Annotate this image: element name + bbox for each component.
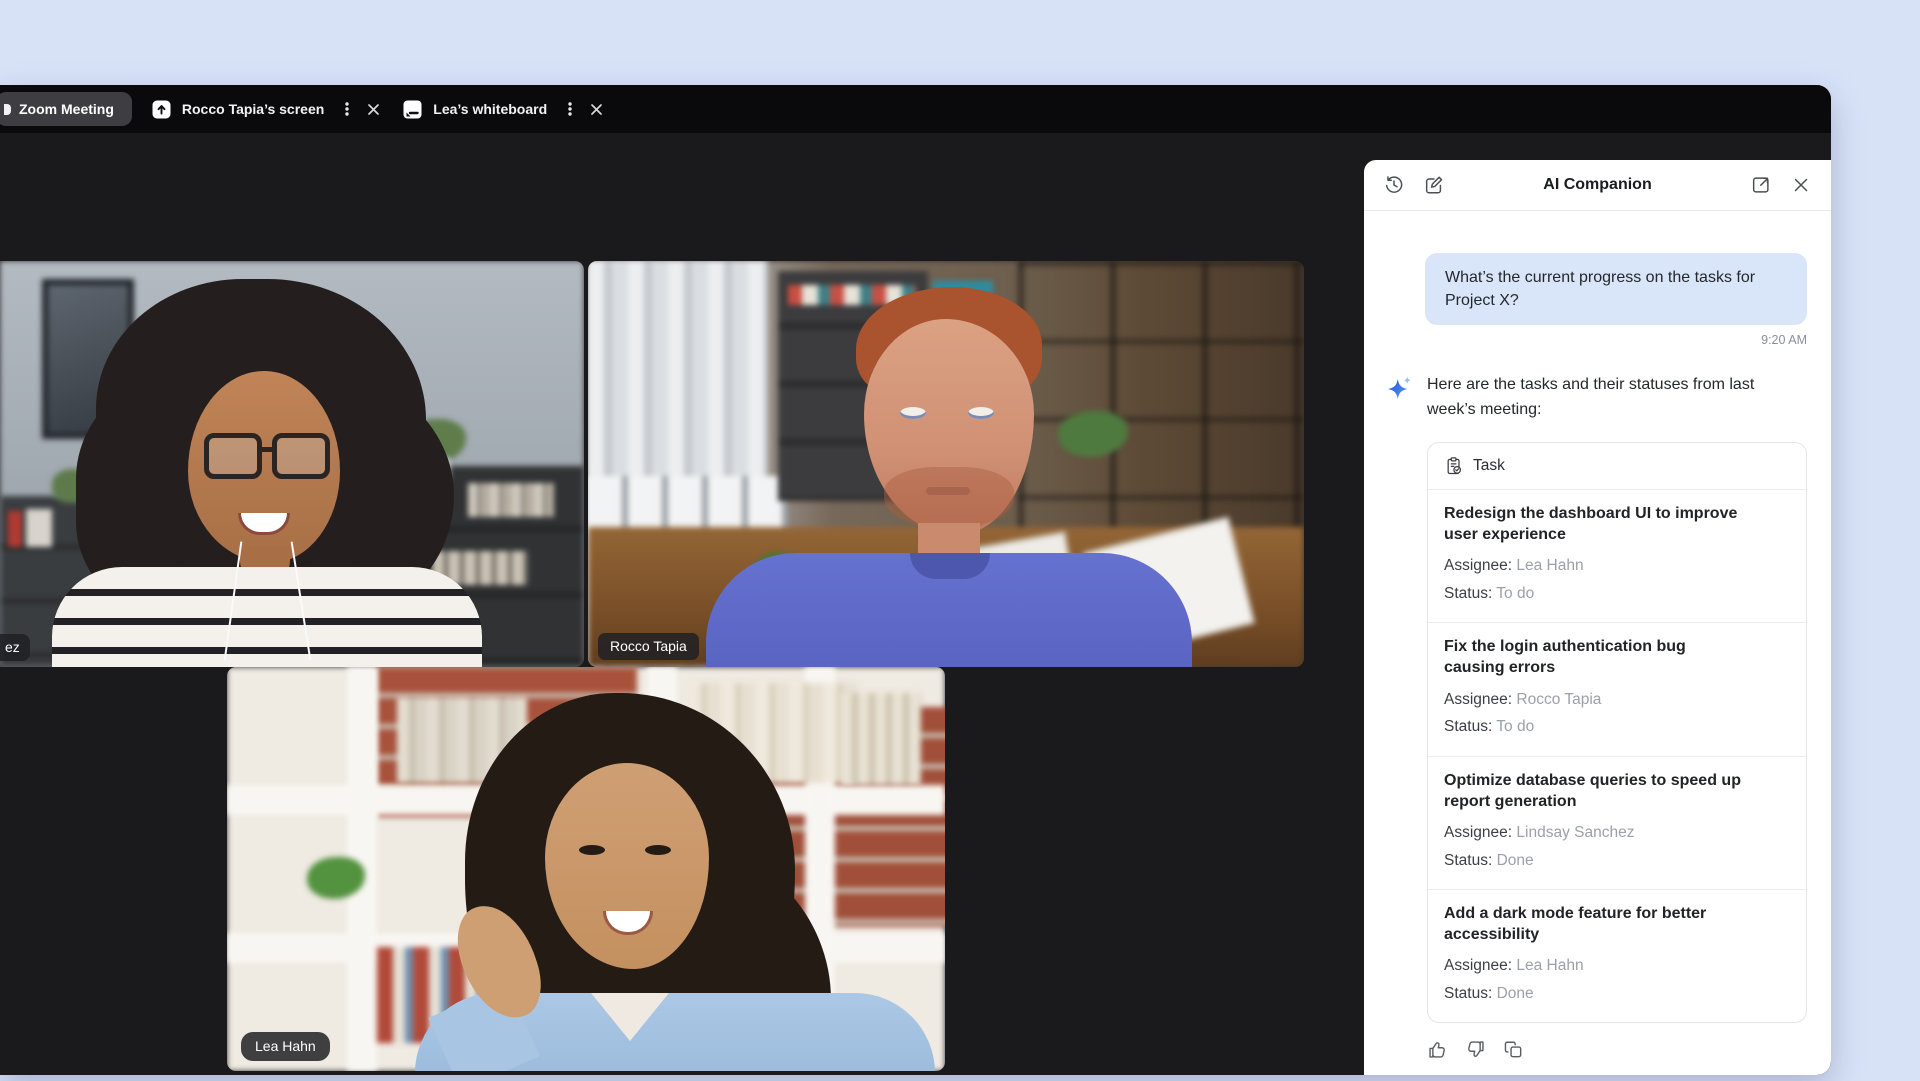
thumbs-down-icon[interactable] <box>1465 1039 1486 1060</box>
plant-pot <box>420 457 450 481</box>
assignee-value: Lindsay Sanchez <box>1516 824 1634 841</box>
task-title: Fix the login authentication bug causing… <box>1444 636 1746 678</box>
tab-close-icon[interactable] <box>364 100 383 119</box>
assistant-message: Here are the tasks and their statuses fr… <box>1384 373 1807 423</box>
user-message-bubble: What’s the current progress on the tasks… <box>1425 253 1807 325</box>
book <box>26 509 52 547</box>
thumbs-up-icon[interactable] <box>1427 1039 1448 1060</box>
history-icon[interactable] <box>1380 171 1408 199</box>
glasses <box>272 433 330 479</box>
user-message-text: What’s the current progress on the tasks… <box>1445 266 1759 312</box>
participant-name-label: Rocco Tapia <box>598 633 699 660</box>
books <box>841 693 921 785</box>
status-label: Status: <box>1444 585 1492 602</box>
book <box>8 511 22 547</box>
assignee-value: Lea Hahn <box>1516 957 1583 974</box>
status-label: Status: <box>1444 985 1492 1002</box>
whiteboard-icon <box>403 100 422 119</box>
glasses <box>204 433 262 479</box>
participant-name-label: ez <box>0 634 30 661</box>
share-screen-icon <box>152 100 171 119</box>
avatar-mouth <box>926 487 970 495</box>
assignee-label: Assignee: <box>1444 691 1512 708</box>
avatar-eye <box>968 407 994 419</box>
tab-label: Zoom Meeting <box>19 101 114 117</box>
tab-lea-whiteboard[interactable]: Lea’s whiteboard <box>403 98 606 120</box>
status-value: Done <box>1497 985 1534 1002</box>
tab-bar: Zoom Meeting Rocco Tapia’s screen Lea’s … <box>0 85 1831 133</box>
glasses <box>258 447 276 452</box>
tab-options-icon[interactable] <box>338 98 356 120</box>
task-item: Redesign the dashboard UI to improve use… <box>1428 490 1806 622</box>
avatar-eye <box>579 845 605 855</box>
assignee-label: Assignee: <box>1444 557 1512 574</box>
striped-shirt <box>52 567 482 667</box>
avatar-eye <box>900 407 926 419</box>
tab-rocco-screen[interactable]: Rocco Tapia’s screen <box>152 98 383 120</box>
avatar-eye <box>645 845 671 855</box>
tab-label: Rocco Tapia’s screen <box>182 101 324 117</box>
participant-video-lea[interactable]: Lea Hahn <box>227 667 945 1071</box>
status-value: Done <box>1497 852 1534 869</box>
ai-sparkle-icon <box>1384 375 1414 405</box>
ai-panel-header: AI Companion <box>1364 160 1831 211</box>
task-item: Optimize database queries to speed up re… <box>1428 756 1806 889</box>
camera-icon <box>4 104 11 115</box>
copy-icon[interactable] <box>1503 1039 1524 1060</box>
participant-video-rocco[interactable]: Rocco Tapia <box>588 261 1304 667</box>
task-card-title: Task <box>1473 457 1505 475</box>
message-timestamp: 9:20 AM <box>1364 333 1807 347</box>
feedback-row <box>1427 1039 1807 1060</box>
ai-companion-panel: AI Companion What’s the current progress… <box>1364 160 1831 1075</box>
tab-options-icon[interactable] <box>561 98 579 120</box>
books <box>468 483 554 517</box>
task-title: Add a dark mode feature for better acces… <box>1444 903 1746 945</box>
pop-out-icon[interactable] <box>1747 171 1775 199</box>
close-icon[interactable] <box>1787 171 1815 199</box>
assignee-label: Assignee: <box>1444 824 1512 841</box>
status-label: Status: <box>1444 852 1492 869</box>
task-item: Add a dark mode feature for better acces… <box>1428 889 1806 1022</box>
plant <box>52 469 98 503</box>
shelf-grid <box>1018 261 1304 561</box>
zoom-meeting-window: Zoom Meeting Rocco Tapia’s screen Lea’s … <box>0 85 1831 1075</box>
tab-close-icon[interactable] <box>587 100 606 119</box>
task-card: Task Redesign the dashboard UI to improv… <box>1427 442 1807 1024</box>
tab-zoom-meeting[interactable]: Zoom Meeting <box>0 92 132 126</box>
status-value: To do <box>1496 718 1534 735</box>
task-card-header: Task <box>1428 443 1806 490</box>
assistant-intro-text: Here are the tasks and their statuses fr… <box>1427 373 1761 423</box>
tab-label: Lea’s whiteboard <box>433 101 547 117</box>
task-title: Redesign the dashboard UI to improve use… <box>1444 503 1746 545</box>
assignee-value: Lea Hahn <box>1516 557 1583 574</box>
task-title: Optimize database queries to speed up re… <box>1444 770 1746 812</box>
assignee-label: Assignee: <box>1444 957 1512 974</box>
compose-icon[interactable] <box>1420 171 1448 199</box>
avatar-beard <box>884 467 1014 529</box>
participant-video-1[interactable]: ez <box>0 261 584 667</box>
status-value: To do <box>1496 585 1534 602</box>
assignee-value: Rocco Tapia <box>1516 691 1601 708</box>
participant-name-label: Lea Hahn <box>241 1032 330 1061</box>
task-item: Fix the login authentication bug causing… <box>1428 622 1806 755</box>
clipboard-check-icon <box>1444 456 1464 476</box>
status-label: Status: <box>1444 718 1492 735</box>
